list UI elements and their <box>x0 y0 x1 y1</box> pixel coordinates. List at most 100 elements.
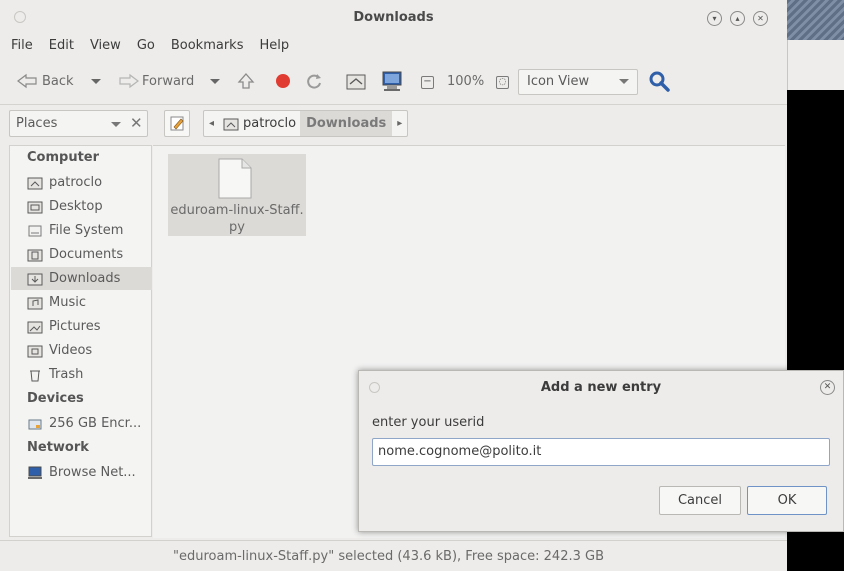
dialog-title: Add a new entry <box>540 380 662 395</box>
pictures-folder-icon <box>27 321 43 333</box>
videos-folder-icon <box>27 345 43 357</box>
sidebar-heading-computer: Computer <box>27 150 100 165</box>
sidebar-item-label: Music <box>49 295 86 310</box>
close-icon[interactable]: ✕ <box>753 11 768 26</box>
sidebar-item-label: File System <box>49 223 124 238</box>
menu-help[interactable]: Help <box>249 36 295 58</box>
menu-file[interactable]: File <box>0 36 39 58</box>
sidebar-item-file-system[interactable]: File System <box>11 219 152 242</box>
breadcrumb-right-arrow-icon[interactable]: ▸ <box>392 111 407 136</box>
add-entry-dialog: Add a new entry ✕ enter your userid nome… <box>358 370 844 532</box>
sidebar-item-label: Documents <box>49 247 124 262</box>
search-icon[interactable] <box>648 70 670 92</box>
breadcrumb: ◂ patroclo Downloads ▸ <box>203 110 409 137</box>
file-name-line2: py <box>229 220 245 235</box>
computer-icon[interactable] <box>381 70 403 92</box>
places-select[interactable]: Places ✕ <box>9 110 148 137</box>
back-history-chevron-icon[interactable] <box>91 79 101 84</box>
sidebar-item-downloads[interactable]: Downloads <box>11 267 152 290</box>
network-icon <box>28 466 42 479</box>
home-icon[interactable] <box>345 71 367 91</box>
zoom-level: 100% <box>447 74 485 89</box>
sidebar-item-label: Downloads <box>49 271 121 286</box>
menu-edit[interactable]: Edit <box>39 36 80 58</box>
drive-icon <box>28 225 42 236</box>
title-bar: Downloads ▾ ▴ ✕ <box>0 0 787 34</box>
sidebar-item-browse-network[interactable]: Browse Net... <box>11 461 152 484</box>
menu-view[interactable]: View <box>80 36 127 58</box>
home-folder-icon <box>27 177 43 189</box>
documents-folder-icon <box>27 249 43 261</box>
chevron-down-icon <box>619 79 629 84</box>
forward-button[interactable]: Forward <box>114 73 194 89</box>
breadcrumb-item-downloads[interactable]: Downloads <box>300 111 393 136</box>
back-label: Back <box>42 73 74 89</box>
cancel-button[interactable]: Cancel <box>659 486 741 515</box>
downloads-folder-icon <box>27 273 43 285</box>
desktop-background <box>787 0 844 40</box>
close-sidebar-icon[interactable]: ✕ <box>130 114 143 132</box>
sidebar-heading-network: Network <box>27 440 89 455</box>
status-text: "eduroam-linux-Staff.py" selected (43.6 … <box>173 549 604 564</box>
sidebar-item-label: Trash <box>49 367 84 382</box>
sidebar: Computer patroclo Desktop File System Do… <box>9 145 152 537</box>
toolbar-divider <box>0 104 787 105</box>
forward-arrow-icon <box>119 73 139 89</box>
userid-prompt: enter your userid <box>372 415 485 430</box>
sidebar-item-music[interactable]: Music <box>11 291 152 314</box>
forward-history-chevron-icon[interactable] <box>210 79 220 84</box>
sidebar-item-label: Browse Net... <box>49 465 136 480</box>
zoom-out-icon[interactable]: − <box>421 76 434 89</box>
sidebar-heading-devices: Devices <box>27 391 84 406</box>
sidebar-item-documents[interactable]: Documents <box>11 243 152 266</box>
sidebar-item-label: Videos <box>49 343 93 358</box>
up-arrow-icon[interactable] <box>236 71 256 91</box>
sidebar-item-pictures[interactable]: Pictures <box>11 315 152 338</box>
drive-icon <box>28 419 42 429</box>
chevron-down-icon <box>111 122 121 127</box>
userid-input[interactable]: nome.cognome@polito.it <box>372 438 830 466</box>
trash-icon <box>30 370 40 381</box>
ok-button[interactable]: OK <box>747 486 827 515</box>
sidebar-item-patroclo[interactable]: patroclo <box>11 171 152 194</box>
minimize-icon[interactable]: ▾ <box>707 11 722 26</box>
sidebar-item-desktop[interactable]: Desktop <box>11 195 152 218</box>
desktop-folder-icon <box>27 201 43 213</box>
breadcrumb-item-patroclo[interactable]: patroclo <box>219 111 300 136</box>
breadcrumb-parent-label: patroclo <box>243 116 297 131</box>
menu-bookmarks[interactable]: Bookmarks <box>161 36 250 58</box>
menu-bar: File Edit View Go Bookmarks Help <box>0 36 295 58</box>
menu-go[interactable]: Go <box>127 36 161 58</box>
text-file-icon <box>218 158 252 199</box>
sidebar-item-label: Desktop <box>49 199 103 214</box>
sidebar-item-label: Pictures <box>49 319 101 334</box>
reload-icon[interactable] <box>305 72 323 90</box>
file-name-line1: eduroam-linux-Staff. <box>170 203 304 218</box>
edit-pencil-icon <box>170 116 184 131</box>
toggle-location-button[interactable] <box>164 110 190 137</box>
back-button[interactable]: Back <box>16 73 74 89</box>
music-folder-icon <box>27 297 43 309</box>
close-icon[interactable]: ✕ <box>820 380 835 395</box>
status-bar: "eduroam-linux-Staff.py" selected (43.6 … <box>0 540 787 571</box>
sidebar-item-trash[interactable]: Trash <box>11 363 152 386</box>
maximize-icon[interactable]: ▴ <box>730 11 745 26</box>
forward-label: Forward <box>142 73 195 89</box>
desktop-panel <box>787 40 844 90</box>
file-item[interactable]: eduroam-linux-Staff. py <box>168 154 306 236</box>
file-name: eduroam-linux-Staff. py <box>168 202 306 236</box>
back-arrow-icon <box>17 73 37 89</box>
sidebar-item-encrypted-drive[interactable]: 256 GB Encr... <box>11 412 152 435</box>
places-label: Places <box>16 116 58 131</box>
sidebar-item-label: 256 GB Encr... <box>49 416 142 431</box>
window-title: Downloads <box>353 10 434 25</box>
sidebar-item-label: patroclo <box>49 175 103 190</box>
userid-value: nome.cognome@polito.it <box>378 444 542 459</box>
view-mode-select[interactable]: Icon View <box>518 69 638 95</box>
view-mode-value: Icon View <box>527 74 590 89</box>
home-folder-icon <box>223 118 239 130</box>
zoom-reset-icon[interactable]: ◌ <box>496 76 509 89</box>
sidebar-item-videos[interactable]: Videos <box>11 339 152 362</box>
breadcrumb-left-arrow-icon[interactable]: ◂ <box>204 111 219 136</box>
stop-icon[interactable] <box>276 74 290 88</box>
